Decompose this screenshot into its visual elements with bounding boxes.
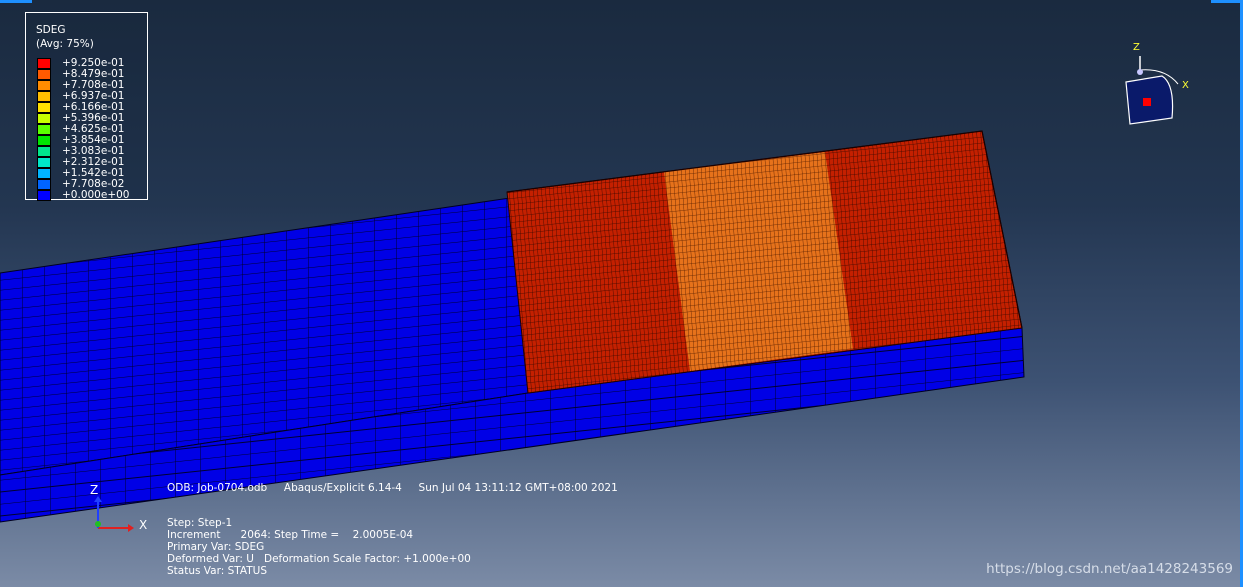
- legend-value: +0.000e+00: [62, 189, 130, 201]
- legend-swatch: [37, 80, 51, 91]
- legend-swatch: [37, 146, 51, 157]
- model-viewport[interactable]: Z X Z X: [0, 0, 1243, 587]
- legend-swatch: [37, 113, 51, 124]
- triad-bottom-x-label: X: [139, 518, 147, 532]
- legend-swatch: [37, 179, 51, 190]
- view-triad-top[interactable]: Z X: [1125, 42, 1189, 125]
- legend-swatch: [37, 168, 51, 179]
- legend-swatch: [37, 102, 51, 113]
- watermark: https://blog.csdn.net/aa1428243569: [986, 561, 1233, 577]
- legend-swatch: [37, 135, 51, 146]
- legend-title: SDEG: [36, 24, 66, 36]
- triad-bottom-z-label: Z: [90, 483, 98, 497]
- legend-swatch: [37, 58, 51, 69]
- legend-swatch: [37, 69, 51, 80]
- odb-info-line: ODB: Job-0704.odb Abaqus/Explicit 6.14-4…: [167, 482, 618, 494]
- increment-label: Increment 2064: Step Time = 2.0005E-04: [167, 529, 414, 541]
- legend-swatch: [37, 190, 51, 201]
- primary-var-label: Primary Var: SDEG: [167, 541, 265, 553]
- legend-swatch: [37, 124, 51, 135]
- status-var-label: Status Var: STATUS: [167, 565, 268, 577]
- step-label: Step: Step-1: [167, 517, 233, 529]
- triad-top-z-label: Z: [1133, 42, 1140, 53]
- triad-top-x-label: X: [1182, 80, 1189, 91]
- contour-legend: SDEG (Avg: 75%) +9.250e-01 +8.479e-01 +7.7…: [25, 12, 148, 201]
- legend-subtitle: (Avg: 75%): [36, 38, 94, 50]
- damaged-layer-mid-band: [664, 152, 853, 371]
- legend-swatch: [37, 91, 51, 102]
- legend-swatch: [37, 157, 51, 168]
- deformed-var-label: Deformed Var: U Deformation Scale Factor…: [167, 553, 471, 565]
